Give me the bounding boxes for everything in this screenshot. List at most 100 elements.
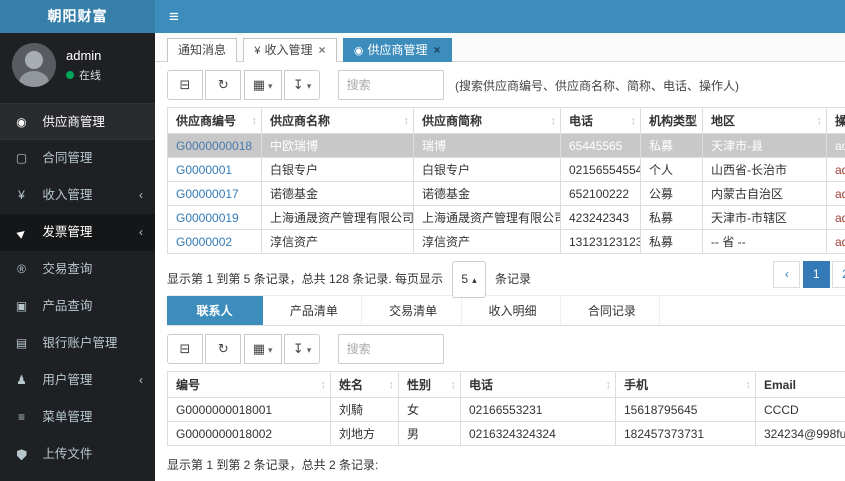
table-row[interactable]: G0000002 淳信资产 淳信资产 13123123123 私募 -- 省 -… — [167, 229, 845, 254]
col-contact-code[interactable]: 编号 ↕ — [167, 371, 331, 398]
table-row[interactable]: G00000019 上海通晟资产管理有限公司 上海通晟资产管理有限公司 4232… — [167, 205, 845, 230]
caret-down-icon: ▾ — [267, 345, 273, 355]
supplier-search-input[interactable] — [337, 70, 444, 100]
person-icon: ♟ — [16, 373, 27, 387]
sidebar-item-user-mgmt[interactable]: ♟ 用户管理 ‹ — [0, 362, 155, 399]
disc-icon: ◉ — [16, 115, 27, 129]
tab-contacts[interactable]: 联系人 — [167, 296, 263, 325]
yen-icon: ¥ — [18, 188, 25, 202]
col-region[interactable]: 地区 ↕ — [702, 107, 827, 134]
supplier-code-link[interactable]: G0000000018 — [176, 139, 252, 153]
export-button[interactable]: ↧ ▾ — [283, 334, 321, 364]
tab-supplier-mgmt[interactable]: ◉ 供应商管理 × — [342, 38, 452, 62]
tab-contract-records[interactable]: 合同记录 — [564, 296, 661, 325]
columns-button[interactable]: ▦ ▾ — [243, 70, 282, 100]
tab-income-mgmt[interactable]: ¥ 收入管理 × — [243, 38, 337, 62]
contacts-search-input[interactable] — [337, 334, 444, 364]
list-icon: ≡ — [17, 410, 25, 424]
sidebar-item-supplier-mgmt[interactable]: ◉ 供应商管理 — [0, 103, 155, 140]
cell-mobile: 182457373731 — [615, 421, 756, 446]
columns-icon: ▦ — [252, 77, 265, 92]
supplier-code-link[interactable]: G0000001 — [176, 163, 232, 177]
close-icon[interactable]: × — [319, 43, 326, 57]
sidebar-item-product-query[interactable]: ▣ 产品查询 — [0, 288, 155, 325]
columns-button[interactable]: ▦ ▾ — [243, 334, 282, 364]
supplier-code-link[interactable]: G00000017 — [176, 187, 239, 201]
sidebar-item-menu-mgmt[interactable]: ≡ 菜单管理 — [0, 399, 155, 436]
toggle-icon: ⊟ — [179, 77, 191, 92]
cell-org-type: 私募 — [640, 229, 703, 254]
shield-icon — [13, 436, 30, 473]
refresh-button[interactable]: ↻ — [205, 334, 242, 364]
cell-phone: 02156554554 — [560, 157, 641, 182]
sort-icon: ↕ — [251, 114, 258, 127]
col-supplier-code[interactable]: 供应商编号 ↕ — [167, 107, 262, 134]
toggle-icon: ⊟ — [179, 341, 191, 356]
cell-operator: admin — [826, 205, 845, 230]
tab-product-list[interactable]: 产品清单 — [266, 296, 363, 325]
cell-short-name: 诺德基金 — [413, 181, 561, 206]
col-contact-name[interactable]: 姓名 ↕ — [330, 371, 399, 398]
col-contact-phone[interactable]: 电话 ↕ — [460, 371, 616, 398]
page-button-2[interactable]: 2 — [832, 261, 845, 288]
hamburger-icon[interactable]: ≡ — [155, 0, 179, 33]
refresh-button[interactable]: ↻ — [205, 70, 242, 100]
cell-org-type: 私募 — [640, 205, 703, 230]
cell-region: 内蒙古自治区 — [702, 181, 827, 206]
table-row[interactable]: G0000001 白银专户 白银专户 02156554554 个人 山西省-长治… — [167, 157, 845, 182]
table-row[interactable]: G0000000018001 刘騎 女 02166553231 15618795… — [167, 397, 845, 422]
sidebar-item-label: 菜单管理 — [42, 410, 93, 424]
toggle-pagination-button[interactable]: ⊟ — [167, 334, 203, 364]
export-button[interactable]: ↧ ▾ — [283, 70, 321, 100]
cell-contact-name: 刘地方 — [330, 421, 399, 446]
product-icon: ▣ — [15, 299, 28, 313]
sidebar-item-income-mgmt[interactable]: ¥ 收入管理 ‹ — [0, 177, 155, 214]
col-phone[interactable]: 电话 ↕ — [560, 107, 641, 134]
tab-notifications[interactable]: 通知消息 — [167, 38, 238, 62]
pagination-row: 显示第 1 到第 5 条记录，总共 128 条记录. 每页显示 5 ▴ 条记录 ‹… — [167, 261, 845, 298]
tab-label: 供应商管理 — [367, 43, 428, 57]
cell-operator: admin — [826, 157, 845, 182]
toggle-pagination-button[interactable]: ⊟ — [167, 70, 203, 100]
sidebar-item-invoice-mgmt[interactable]: ▶ 发票管理 ‹ — [0, 214, 155, 251]
sidebar-item-trade-query[interactable]: ® 交易查询 — [0, 251, 155, 288]
supplier-code-link[interactable]: G0000002 — [176, 235, 232, 249]
top-navbar: ≡ — [155, 0, 845, 33]
col-supplier-short-name[interactable]: 供应商简称 ↕ — [413, 107, 561, 134]
col-supplier-name[interactable]: 供应商名称 ↕ — [261, 107, 414, 134]
col-org-type[interactable]: 机构类型 ↕ — [640, 107, 703, 134]
cell-org-type: 个人 — [640, 157, 703, 182]
cell-contact-name: 刘騎 — [330, 397, 399, 422]
avatar — [12, 43, 56, 87]
tab-income-detail[interactable]: 收入明细 — [465, 296, 562, 325]
col-email[interactable]: Email — [755, 371, 845, 398]
cell-name: 淳信资产 — [261, 229, 414, 254]
col-gender[interactable]: 性别 ↕ — [398, 371, 461, 398]
close-icon[interactable]: × — [433, 43, 440, 57]
supplier-header-row: 供应商编号↕ 供应商名称↕ 供应商简称↕ 电话↕ 机构类型↕ 地区↕ 操作人↕ — [167, 107, 845, 134]
table-row[interactable]: G0000000018 中欧瑞博 瑞博 65445565 私募 天津市-县 ad… — [167, 133, 845, 158]
sidebar-item-bank-account-mgmt[interactable]: ▤ 银行账户管理 — [0, 325, 155, 362]
table-row[interactable]: G0000000018002 刘地方 男 0216324324324 18245… — [167, 421, 845, 446]
cell-short-name: 白银专户 — [413, 157, 561, 182]
user-panel: admin 在线 — [0, 33, 155, 99]
sort-icon: ↕ — [630, 114, 637, 127]
col-mobile[interactable]: 手机 ↕ — [615, 371, 756, 398]
avatar-photo — [12, 43, 56, 87]
pager: ‹ 1 2 — [773, 261, 845, 288]
cell-code: G00000019 — [167, 205, 262, 230]
page-button-1[interactable]: 1 — [802, 261, 830, 288]
prev-page-button[interactable]: ‹ — [773, 261, 801, 288]
sidebar-item-contract-mgmt[interactable]: ▢ 合同管理 — [0, 140, 155, 177]
sort-icon: ↕ — [403, 114, 410, 127]
sidebar-item-label: 供应商管理 — [42, 115, 105, 129]
pagination-info: 显示第 1 到第 5 条记录，总共 128 条记录. 每页显示 5 ▴ 条记录 — [167, 261, 531, 298]
sidebar-item-upload-file[interactable]: 上传文件 — [0, 436, 155, 473]
col-operator[interactable]: 操作人↕ — [826, 107, 845, 134]
supplier-code-link[interactable]: G00000019 — [176, 211, 239, 225]
cell-email: CCCD — [755, 397, 845, 422]
page-size-select[interactable]: 5 ▴ — [452, 261, 486, 298]
table-row[interactable]: G00000017 诺德基金 诺德基金 652100222 公募 内蒙古自治区 … — [167, 181, 845, 206]
tab-trade-list[interactable]: 交易清单 — [366, 296, 462, 325]
cell-code: G0000001 — [167, 157, 262, 182]
